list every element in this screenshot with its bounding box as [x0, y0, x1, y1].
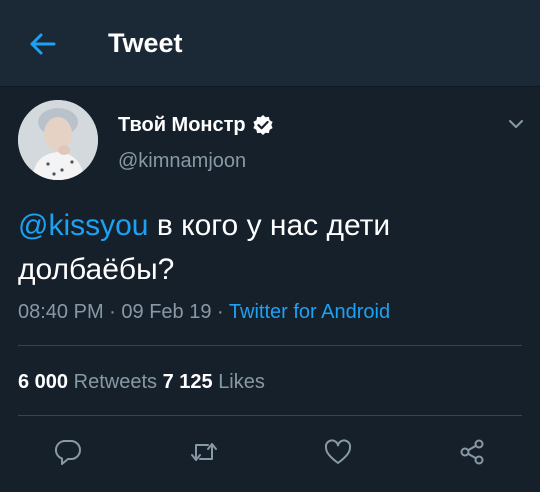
- tweet-menu-button[interactable]: [504, 112, 528, 136]
- page-title: Tweet: [108, 28, 183, 58]
- likes-stat[interactable]: 7 125 Likes: [163, 371, 265, 393]
- arrow-left-icon: [28, 32, 56, 56]
- likes-label: Likes: [218, 371, 265, 393]
- retweet-icon: [188, 437, 220, 467]
- verified-badge-icon: [252, 114, 274, 136]
- like-button[interactable]: [320, 434, 356, 470]
- tweet-source-link[interactable]: Twitter for Android: [229, 301, 390, 323]
- display-name[interactable]: Твой Монстр: [118, 112, 274, 138]
- likes-count: 7 125: [162, 371, 213, 393]
- user-handle[interactable]: @kimnamjoon: [118, 148, 246, 174]
- divider: [18, 415, 522, 416]
- reply-button[interactable]: [50, 434, 86, 470]
- meta-separator: ·: [211, 301, 229, 323]
- top-bar: Tweet: [0, 0, 540, 87]
- chevron-down-icon: [504, 112, 528, 136]
- retweets-stat[interactable]: 6 000 Retweets: [18, 371, 157, 393]
- avatar[interactable]: [18, 100, 98, 180]
- share-button[interactable]: [454, 434, 490, 470]
- display-name-text: Твой Монстр: [118, 114, 246, 136]
- tweet-time: 08:40 PM: [18, 301, 104, 323]
- retweets-label: Retweets: [73, 371, 157, 393]
- share-icon: [457, 437, 487, 467]
- tweet-date: 09 Feb 19: [121, 301, 212, 323]
- heart-icon: [323, 437, 353, 467]
- tweet-meta: 08:40 PM · 09 Feb 19 · Twitter for Andro…: [18, 298, 390, 326]
- retweets-count: 6 000: [18, 371, 69, 393]
- back-button[interactable]: [22, 26, 62, 62]
- divider: [18, 345, 522, 346]
- tweet-text: @kissyou в кого у нас дети долбаёбы?: [18, 204, 518, 292]
- mention-link[interactable]: @kissyou: [18, 209, 149, 242]
- tweet-stats: 6 000 Retweets 7 125 Likes: [18, 368, 265, 396]
- reply-icon: [53, 437, 83, 467]
- meta-separator: ·: [103, 301, 122, 323]
- retweet-button[interactable]: [186, 434, 222, 470]
